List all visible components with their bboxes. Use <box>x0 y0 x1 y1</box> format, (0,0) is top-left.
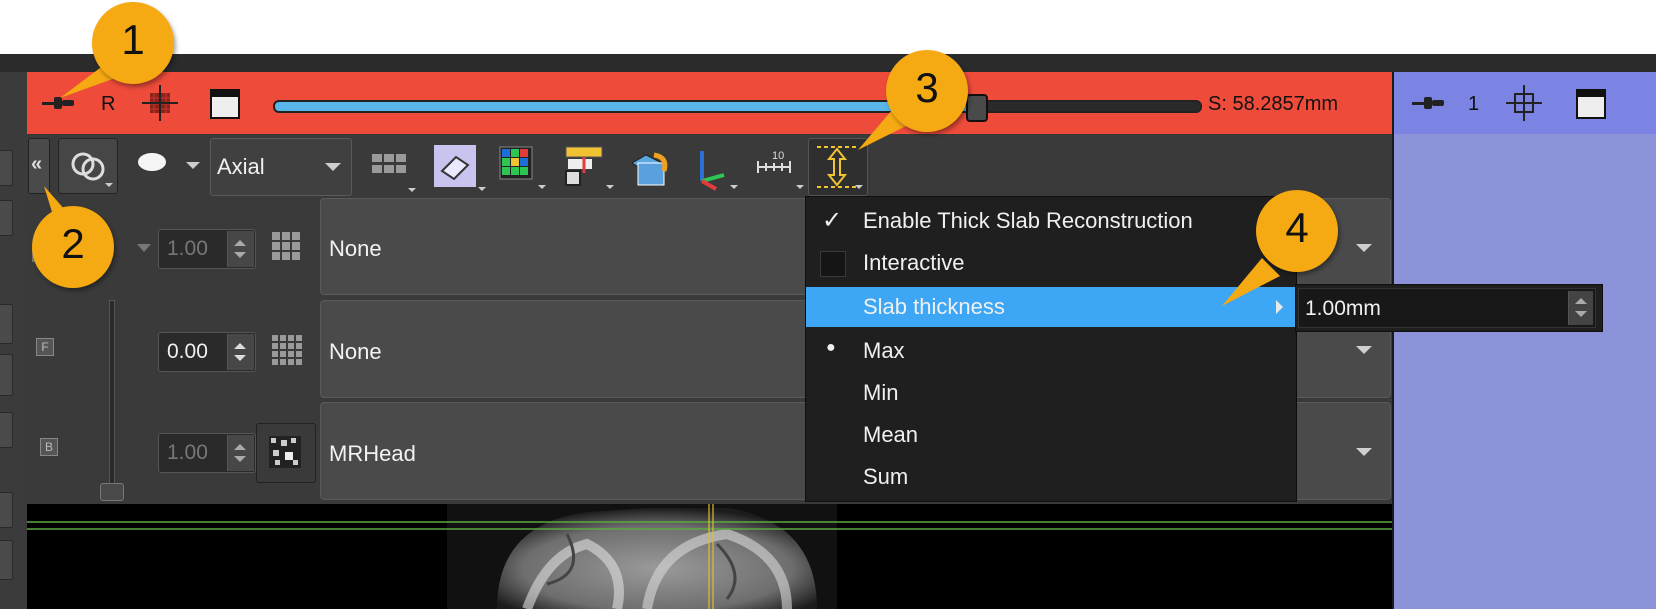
callout-4: 4 <box>1256 190 1338 272</box>
callout-3: 3 <box>886 50 968 132</box>
callout-number: 2 <box>61 220 85 267</box>
callout-pointers <box>44 62 1280 306</box>
callout-number: 4 <box>1285 204 1309 251</box>
callout-number: 1 <box>121 16 145 63</box>
callout-number: 3 <box>915 64 939 111</box>
callout-4-pointer <box>1222 258 1280 306</box>
callout-1: 1 <box>92 2 174 84</box>
callout-2: 2 <box>32 206 114 288</box>
